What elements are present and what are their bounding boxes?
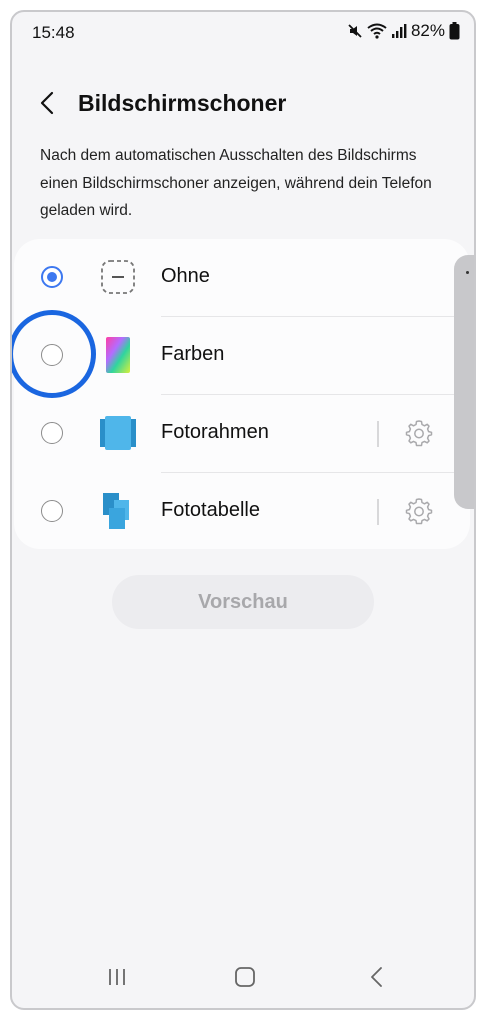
status-bar: 15:48 82% [12,12,474,52]
signal-icon [391,24,407,38]
none-icon [101,260,135,294]
option-label-fotorahmen: Fotorahmen [161,421,269,443]
option-label-farben: Farben [161,343,225,365]
preview-button[interactable]: Vorschau [112,575,374,629]
photo-frame-icon [100,416,136,450]
recents-icon[interactable] [102,964,132,990]
back-icon[interactable] [362,964,392,990]
back-arrow-icon[interactable] [34,88,64,118]
option-row-fotorahmen[interactable]: Fotorahmen [14,395,470,473]
photo-table-icon [103,493,129,529]
option-row-ohne[interactable]: Ohne [14,239,470,317]
highlight-circle [12,310,96,398]
description-text: Nach dem automatischen Ausschalten des B… [40,147,432,219]
gear-icon[interactable] [404,418,434,448]
radio-button-fototabelle[interactable] [41,500,63,522]
option-label-ohne: Ohne [161,265,210,287]
status-icons: 82% [347,21,460,41]
settings-divider [377,421,379,447]
radio-button-ohne[interactable] [41,266,63,288]
option-row-fototabelle[interactable]: Fototabelle [14,473,470,551]
option-label-fototabelle: Fototabelle [161,499,260,521]
status-time: 15:48 [32,23,75,42]
page-title: Bildschirmschoner [78,90,287,116]
home-icon[interactable] [230,964,260,990]
battery-icon [449,22,460,40]
edge-panel-dot [466,271,469,274]
mute-icon [348,24,362,38]
wifi-icon [367,23,387,39]
phone-screen: 15:48 82% Bildschirmschoner Nach dem aut… [10,10,476,1010]
header: Bildschirmschoner [12,84,474,124]
radio-button-fotorahmen[interactable] [41,422,63,444]
gear-icon[interactable] [404,496,434,526]
settings-divider [377,499,379,525]
options-card: Ohne Farben Fotorahmen Fototabelle [14,239,470,549]
battery-percent: 82% [410,21,445,40]
colors-icon [106,337,130,373]
navigation-bar [12,948,474,1008]
edge-panel-handle[interactable] [454,255,474,509]
